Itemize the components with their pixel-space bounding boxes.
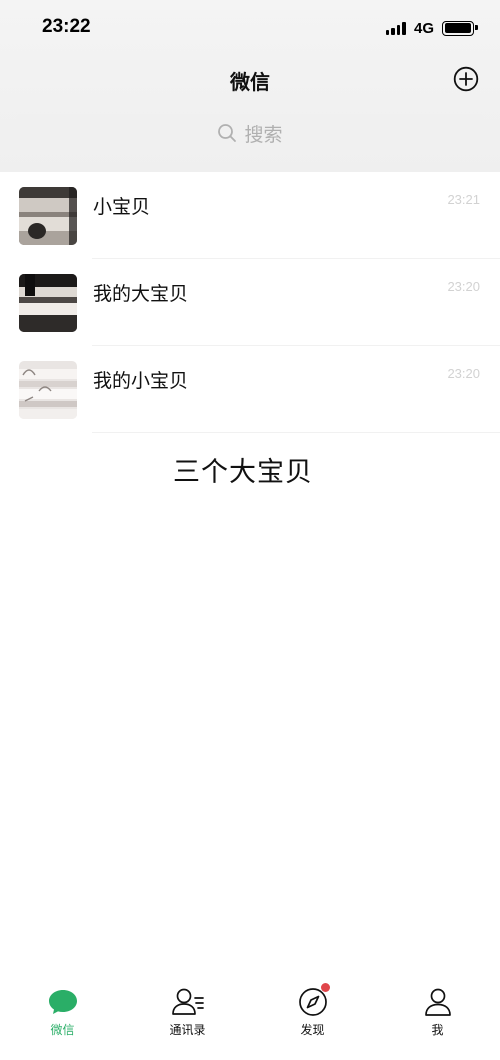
chat-list: 小宝贝 23:21 我的大宝贝 23:20 我的小宝贝 23:20 (0, 172, 500, 433)
status-time: 23:22 (42, 16, 91, 37)
avatar (19, 274, 77, 332)
chat-bubble-icon (48, 990, 77, 1014)
header-area: 23:22 4G 微信 搜索 (0, 0, 500, 172)
tab-contacts[interactable]: 通讯录 (125, 980, 250, 1060)
avatar (19, 361, 77, 419)
search-placeholder: 搜索 (244, 123, 283, 146)
status-bar: 23:22 4G (0, 0, 500, 54)
contacts-icon (171, 988, 204, 1015)
search-bar[interactable]: 搜索 (16, 114, 484, 152)
chat-item[interactable]: 小宝贝 23:21 (0, 172, 500, 259)
chat-time: 23:20 (447, 366, 480, 381)
person-icon (424, 988, 451, 1016)
search-icon (218, 124, 237, 142)
tab-discover[interactable]: 发现 (250, 980, 375, 1060)
tab-label: 微信 (50, 1023, 75, 1037)
tab-label: 通讯录 (169, 1023, 206, 1037)
wechat-screen: 23:22 4G 微信 搜索 小宝贝 23:21 我的大宝贝 23:20 我的小… (0, 0, 500, 1060)
tab-label: 我 (431, 1023, 444, 1037)
chat-item[interactable]: 我的大宝贝 23:20 (0, 259, 500, 346)
status-indicators: 4G (385, 18, 478, 38)
avatar (19, 187, 77, 245)
chat-item[interactable]: 我的小宝贝 23:20 (0, 346, 500, 433)
tab-label: 发现 (300, 1023, 325, 1037)
add-circle-icon[interactable] (453, 66, 479, 92)
signal-icon (385, 21, 406, 35)
caption-text: 三个大宝贝 (173, 457, 313, 488)
notification-dot (320, 983, 330, 992)
divider (92, 432, 500, 433)
tab-bar: 微信 通讯录 发现 我 (0, 980, 500, 1060)
chat-time: 23:21 (447, 192, 480, 207)
tab-chats[interactable]: 微信 (0, 980, 125, 1060)
tab-me[interactable]: 我 (375, 980, 500, 1060)
page-title: 微信 (230, 70, 270, 94)
chat-name: 我的小宝贝 (93, 370, 189, 392)
battery-icon (442, 20, 478, 36)
chat-name: 我的大宝贝 (93, 283, 189, 305)
network-type: 4G (413, 19, 434, 37)
chat-time: 23:20 (447, 279, 480, 294)
chat-name: 小宝贝 (93, 196, 151, 218)
